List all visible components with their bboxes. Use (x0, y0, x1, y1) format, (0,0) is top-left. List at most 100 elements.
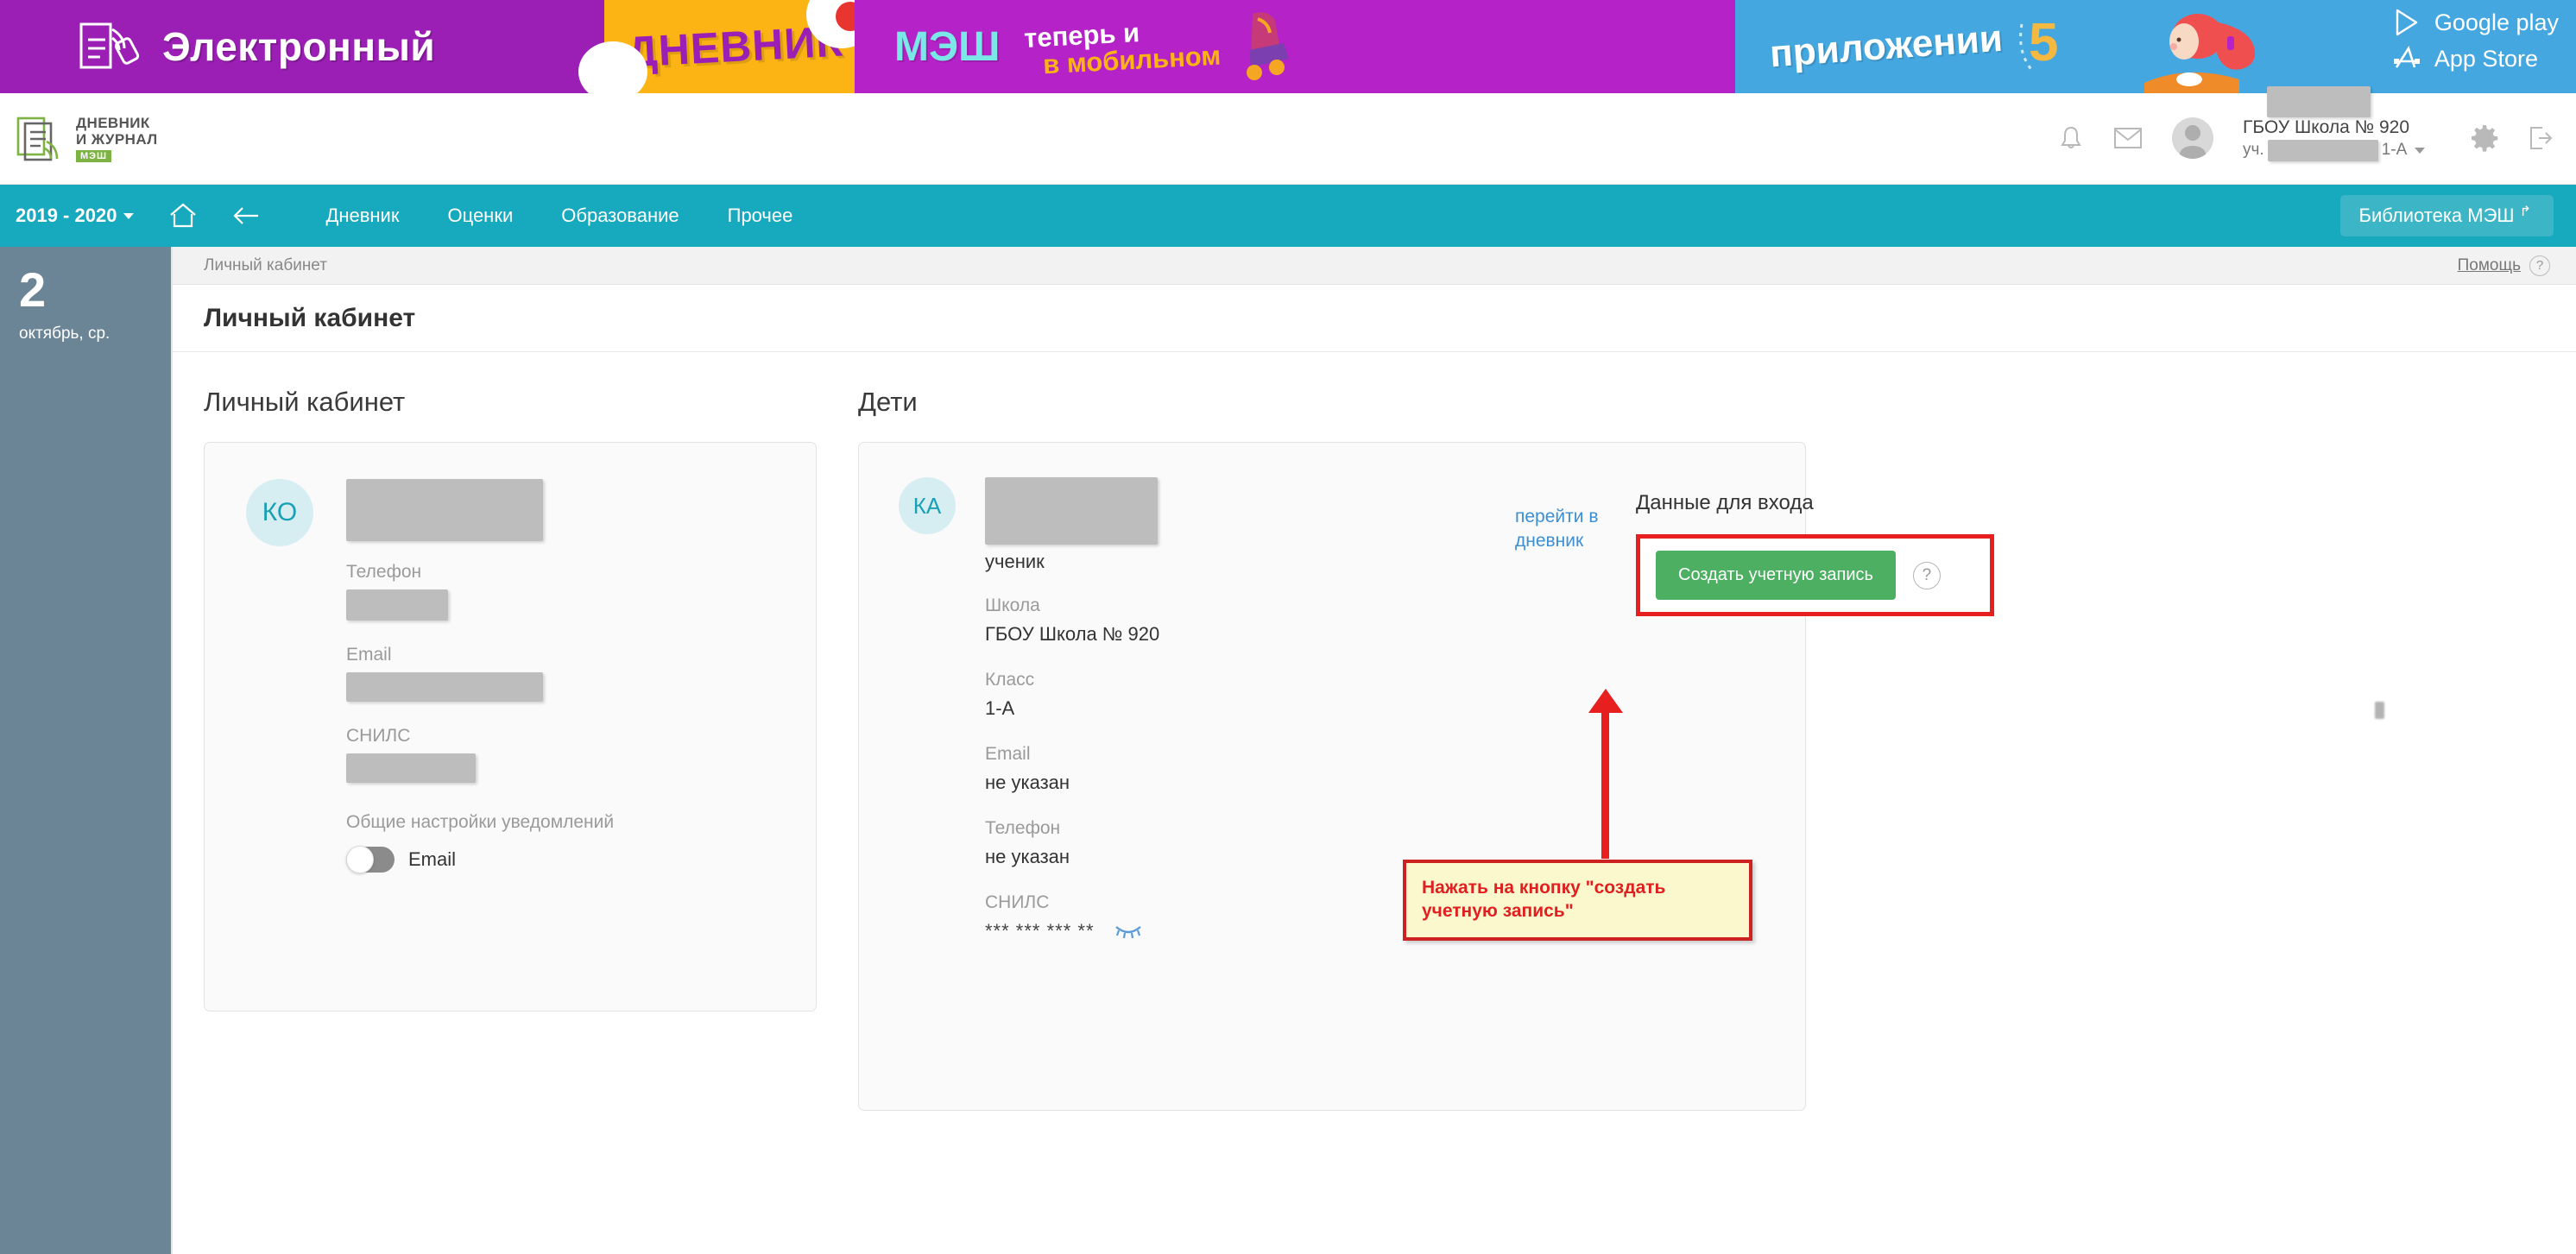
profile-field-email-label: Email (346, 645, 392, 665)
nav-item-diary[interactable]: Дневник (325, 205, 399, 227)
brand-line-1: ДНЕВНИК (76, 114, 150, 131)
child-field-phone-value: не указан (985, 846, 1070, 867)
logout-icon[interactable] (2528, 124, 2554, 152)
profile-field-phone: Телефон (346, 562, 614, 621)
child-field-phone: Телефон не указан (985, 818, 1356, 868)
email-notification-label: Email (408, 848, 457, 870)
breadcrumb[interactable]: Личный кабинет (204, 256, 327, 275)
eye-hidden-icon[interactable] (1114, 923, 1143, 940)
home-icon[interactable] (168, 202, 198, 230)
page-title: Личный кабинет (204, 303, 416, 332)
redacted-student-name (2267, 139, 2378, 161)
child-field-class-label: Класс (985, 670, 1035, 690)
annotation-callout-text: Нажать на кнопку "создать учетную запись… (1422, 878, 1666, 921)
user-role-line[interactable]: уч. 1-А (2243, 139, 2441, 161)
sidebar-month-weekday: октябрь, ср. (19, 325, 110, 343)
email-notification-row: Email (346, 846, 614, 873)
create-account-highlight: Создать учетную запись ? (1636, 534, 1994, 616)
children-column: Дети КА ученик Школа ГБОУ Школа № 920 Кл (858, 387, 1994, 1111)
promo-text-electronic: Электронный (162, 24, 436, 69)
promo-diary-logo-icon (79, 22, 140, 69)
brand-line-2: И ЖУРНАЛ (76, 130, 158, 148)
promo-rollerskate-icon (1246, 12, 1289, 80)
promo-segment-app: приложении 5 Google play App Store (1735, 0, 2576, 93)
google-play-link[interactable]: Google play (2391, 7, 2559, 38)
panels-row: Личный кабинет КО Телефон Email СНИЛС Об… (173, 352, 2576, 1111)
back-arrow-icon[interactable] (232, 205, 262, 227)
annotation-callout: Нажать на кнопку "создать учетную запись… (1403, 860, 1752, 941)
nav-item-grades[interactable]: Оценки (447, 205, 513, 227)
avatar[interactable] (2172, 117, 2213, 160)
profile-panel-heading: Личный кабинет (204, 387, 406, 417)
child-field-school: Школа ГБОУ Школа № 920 (985, 595, 1356, 646)
profile-field-snils: СНИЛС (346, 726, 614, 783)
child-field-school-label: Школа (985, 595, 1040, 615)
help-control[interactable]: Помощь ? (2458, 255, 2550, 276)
profile-column: Личный кабинет КО Телефон Email СНИЛС Об… (204, 387, 817, 1111)
promo-store-links[interactable]: Google play App Store (2391, 7, 2559, 74)
redacted-profile-name (346, 479, 543, 541)
google-play-icon (2396, 9, 2418, 36)
svg-text:5: 5 (2029, 13, 2058, 72)
app-root: Электронный ДНЕВНИК МЭШ теперь и в мобил… (0, 0, 2576, 1254)
profile-fields: Телефон Email СНИЛС Общие настройки увед… (346, 479, 614, 1011)
promo-text-app: приложении (1768, 16, 2005, 76)
library-mesh-button[interactable]: Библиотека МЭШ ↱ (2339, 195, 2554, 236)
toggle-knob (346, 846, 374, 873)
nav-links: Дневник Оценки Образование Прочее (325, 205, 792, 227)
nav-item-other[interactable]: Прочее (728, 205, 793, 227)
page-title-bar: Личный кабинет (173, 285, 2576, 352)
redacted-child-name (985, 477, 1158, 545)
promo-text-now-line2: в мобильном (1042, 40, 1222, 80)
child-field-class-value: 1-А (985, 697, 1015, 719)
gear-glyph (2472, 125, 2498, 153)
redacted-profile-phone (346, 589, 448, 621)
chevron-down-icon (123, 212, 135, 219)
avatar-person-icon (2179, 125, 2207, 160)
user-role-prefix: уч. (2243, 140, 2264, 159)
user-class-label: 1-А (2381, 140, 2408, 159)
profile-field-email: Email (346, 645, 614, 702)
profile-initials-avatar: КО (246, 479, 313, 546)
notifications-bell-icon[interactable] (2058, 124, 2084, 152)
promo-text-mesh: МЭШ (894, 23, 1001, 70)
child-field-email-label: Email (985, 744, 1031, 764)
child-fields: ученик Школа ГБОУ Школа № 920 Класс 1-А … (985, 477, 1356, 1110)
settings-gear-icon[interactable] (2471, 124, 2498, 153)
library-mesh-label: Библиотека МЭШ (2358, 205, 2515, 226)
date-sidebar: 2 октябрь, ср. (0, 247, 173, 1254)
home-glyph (170, 203, 197, 228)
promo-banner[interactable]: Электронный ДНЕВНИК МЭШ теперь и в мобил… (0, 0, 2576, 93)
logout-glyph (2530, 127, 2553, 150)
children-panel-heading: Дети (858, 387, 918, 417)
child-field-phone-label: Телефон (985, 818, 1061, 838)
main-navbar: 2019 - 2020 Дневник Оценки Образование П… (0, 185, 2576, 247)
promo-segment-electronic: Электронный (0, 0, 604, 93)
promo-segment-mesh: МЭШ теперь и в мобильном (855, 0, 1735, 93)
app-store-link[interactable]: App Store (2391, 43, 2559, 74)
redacted-user-name (2267, 86, 2371, 118)
brand-logo[interactable]: ДНЕВНИК И ЖУРНАЛ МЭШ (16, 115, 158, 163)
academic-year-label: 2019 - 2020 (16, 205, 117, 226)
go-to-diary-link[interactable]: перейти в дневник (1515, 505, 1619, 554)
child-snils-value-row: *** *** *** ** (985, 920, 1356, 942)
chevron-down-icon[interactable] (2415, 147, 2426, 154)
child-field-class: Класс 1-А (985, 670, 1356, 720)
redacted-profile-email (346, 672, 543, 702)
header-actions: ГБОУ Школа № 920 уч. 1-А (2058, 86, 2576, 161)
login-data-heading: Данные для входа (1636, 491, 1814, 514)
child-card: КА ученик Школа ГБОУ Школа № 920 Класс 1… (858, 442, 1994, 1111)
breadcrumb-bar: Личный кабинет Помощь ? (173, 247, 2576, 285)
create-account-button[interactable]: Создать учетную запись (1656, 551, 1896, 600)
promo-text-now-block: теперь и в мобильном (1024, 17, 1222, 79)
academic-year-selector[interactable]: 2019 - 2020 (16, 205, 135, 227)
child-field-snils: СНИЛС *** *** *** ** (985, 892, 1356, 942)
create-account-help-icon[interactable]: ? (1912, 561, 1941, 589)
nav-item-education[interactable]: Образование (561, 205, 679, 227)
messages-envelope-icon[interactable] (2113, 126, 2143, 150)
user-info[interactable]: ГБОУ Школа № 920 уч. 1-А (2243, 86, 2441, 161)
email-notification-toggle[interactable] (346, 846, 395, 873)
help-link-label: Помощь (2457, 255, 2521, 274)
google-play-label: Google play (2434, 9, 2559, 35)
annotation-arrow-stem (1601, 708, 1609, 859)
